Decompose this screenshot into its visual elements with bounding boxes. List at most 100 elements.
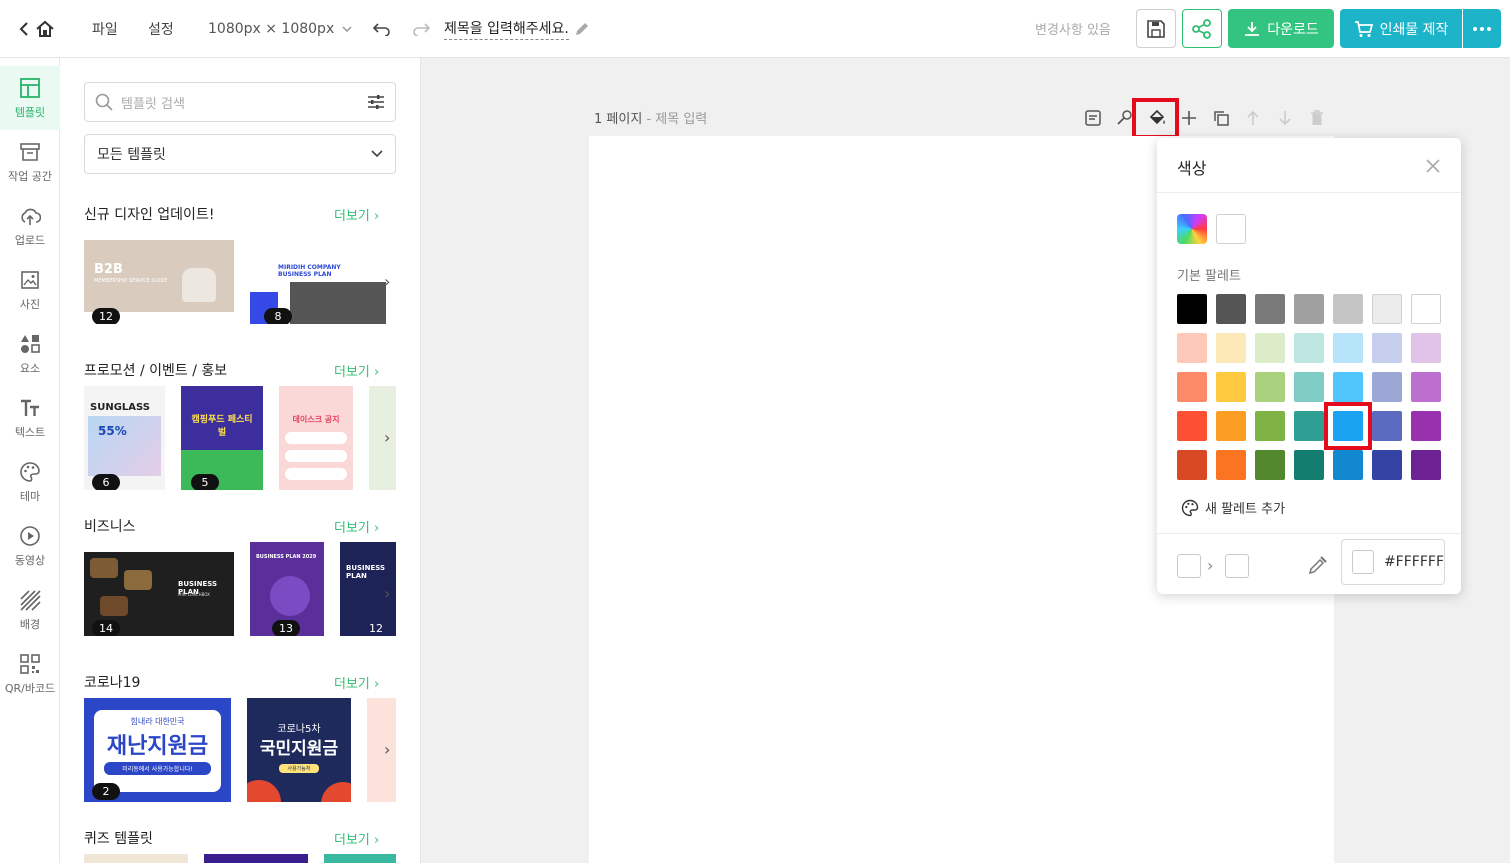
palette-swatch[interactable] (1216, 333, 1246, 363)
palette-swatch[interactable] (1294, 411, 1324, 441)
filter-icon[interactable] (367, 94, 385, 110)
download-button[interactable]: 다운로드 (1228, 9, 1334, 48)
custom-color-picker[interactable] (1177, 214, 1207, 244)
template-search[interactable]: 템플릿 검색 (84, 82, 396, 122)
template-thumb-partial[interactable] (204, 854, 308, 863)
template-thumb[interactable]: 캠핑푸드 페스티벌 5 (181, 386, 263, 490)
palette-swatch[interactable] (1333, 450, 1363, 480)
rail-item-photos[interactable]: 사진 (0, 258, 60, 322)
template-thumb[interactable]: MIRIDIH COMPANY BUSINESS PLAN 8 (250, 256, 396, 324)
palette-swatch[interactable] (1216, 450, 1246, 480)
rail-item-templates[interactable]: 템플릿 (0, 66, 60, 130)
rail-item-text[interactable]: 텍스트 (0, 386, 60, 450)
template-thumb[interactable]: B2B MEMBERSHIP SERVICE GUIDE 12 (84, 240, 234, 324)
palette-swatch[interactable] (1294, 372, 1324, 402)
rail-item-background[interactable]: 배경 (0, 578, 60, 642)
undo-icon[interactable] (373, 0, 391, 57)
duplicate-page-icon[interactable] (1209, 106, 1233, 130)
palette-swatch[interactable] (1333, 372, 1363, 402)
palette-swatch[interactable] (1177, 294, 1207, 324)
page-label[interactable]: 1 페이지 - 제목 입력 (594, 108, 707, 127)
rail-item-upload[interactable]: 업로드 (0, 194, 60, 258)
redo-icon[interactable] (412, 0, 430, 57)
palette-swatch[interactable] (1255, 411, 1285, 441)
template-thumb-partial[interactable] (367, 698, 396, 802)
palette-swatch[interactable] (1177, 411, 1207, 441)
recent-color-swatch[interactable] (1216, 214, 1246, 244)
palette-swatch[interactable] (1255, 294, 1285, 324)
close-icon[interactable] (1423, 156, 1443, 176)
template-thumb[interactable]: BUSINESS PLAN 2029 13 (250, 542, 324, 636)
more-link[interactable]: 더보기 › (334, 517, 379, 536)
template-category-select[interactable]: 모든 템플릿 (84, 134, 396, 174)
carousel-next-icon[interactable]: › (384, 272, 390, 291)
share-button[interactable] (1182, 9, 1222, 48)
print-order-button[interactable]: 인쇄물 제작 (1340, 9, 1462, 48)
palette-swatch[interactable] (1333, 333, 1363, 363)
hex-input[interactable]: #FFFFFF (1341, 539, 1445, 585)
palette-swatch[interactable] (1255, 372, 1285, 402)
more-link[interactable]: 더보기 › (334, 361, 379, 380)
save-button[interactable] (1136, 9, 1176, 48)
more-link[interactable]: 더보기 › (334, 829, 379, 848)
palette-swatch[interactable] (1216, 372, 1246, 402)
palette-swatch[interactable] (1411, 294, 1441, 324)
rail-item-workspace[interactable]: 작업 공간 (0, 130, 60, 194)
template-thumb-partial[interactable] (84, 854, 188, 863)
template-thumb[interactable]: BUSINESS PLAN MIRI LUNCHBOX 14 (84, 552, 234, 636)
add-palette-button[interactable]: 새 팔레트 추가 (1181, 498, 1285, 517)
carousel-next-icon[interactable]: › (384, 428, 390, 447)
rail-item-elements[interactable]: 요소 (0, 322, 60, 386)
thumb-row (285, 468, 347, 480)
palette-swatch[interactable] (1177, 450, 1207, 480)
home-icon[interactable] (35, 0, 55, 57)
template-thumb[interactable]: 힘내라 대한민국 재난지원금 미리동에서 사용가능합니다! 2 (84, 698, 231, 802)
palette-swatch[interactable] (1177, 333, 1207, 363)
palette-swatch[interactable] (1411, 411, 1441, 441)
palette-swatch[interactable] (1372, 294, 1402, 324)
template-thumb-partial[interactable] (324, 854, 396, 863)
carousel-next-icon[interactable]: › (384, 740, 390, 759)
palette-swatch[interactable] (1372, 372, 1402, 402)
palette-swatch[interactable] (1411, 450, 1441, 480)
add-page-icon[interactable] (1177, 106, 1201, 130)
palette-swatch[interactable] (1294, 333, 1324, 363)
move-down-icon[interactable] (1273, 106, 1297, 130)
palette-swatch[interactable] (1216, 411, 1246, 441)
palette-swatch[interactable] (1333, 294, 1363, 324)
palette-swatch[interactable] (1372, 411, 1402, 441)
delete-page-icon[interactable] (1305, 106, 1329, 130)
page-memo-icon[interactable] (1081, 106, 1105, 130)
template-thumb[interactable]: 데이스크 공지 (279, 386, 353, 490)
back-icon[interactable] (18, 0, 30, 57)
eyedropper-icon[interactable] (1307, 554, 1329, 580)
menu-file[interactable]: 파일 (92, 0, 118, 57)
palette-swatch[interactable] (1294, 294, 1324, 324)
more-link[interactable]: 더보기 › (334, 205, 379, 224)
template-thumb-partial[interactable] (369, 386, 396, 490)
rail-item-theme[interactable]: 테마 (0, 450, 60, 514)
rail-item-qr[interactable]: QR/바코드 (0, 642, 60, 706)
template-thumb[interactable]: 코로나5차 국민지원금 사용가능처 (247, 698, 351, 802)
document-title[interactable]: 제목을 입력해주세요. (444, 0, 590, 57)
menu-settings[interactable]: 설정 (148, 0, 174, 57)
palette-swatch[interactable] (1255, 450, 1285, 480)
palette-swatch[interactable] (1411, 372, 1441, 402)
palette-swatch[interactable] (1372, 333, 1402, 363)
current-color-swatch[interactable] (1225, 554, 1249, 578)
palette-swatch[interactable] (1216, 294, 1246, 324)
palette-swatch[interactable] (1294, 450, 1324, 480)
move-up-icon[interactable] (1241, 106, 1265, 130)
previous-color-swatch[interactable] (1177, 554, 1201, 578)
palette-swatch[interactable] (1372, 450, 1402, 480)
page-title-input: - 제목 입력 (646, 112, 708, 127)
more-link[interactable]: 더보기 › (334, 673, 379, 692)
template-thumb[interactable]: SUNGLASS 55% 6 (84, 386, 165, 490)
canvas-size-dropdown[interactable]: 1080px × 1080px (208, 0, 352, 57)
carousel-next-icon[interactable]: › (384, 584, 390, 603)
more-options-button[interactable] (1463, 9, 1501, 48)
palette-swatch[interactable] (1177, 372, 1207, 402)
palette-swatch[interactable] (1255, 333, 1285, 363)
rail-item-video[interactable]: 동영상 (0, 514, 60, 578)
palette-swatch[interactable] (1411, 333, 1441, 363)
